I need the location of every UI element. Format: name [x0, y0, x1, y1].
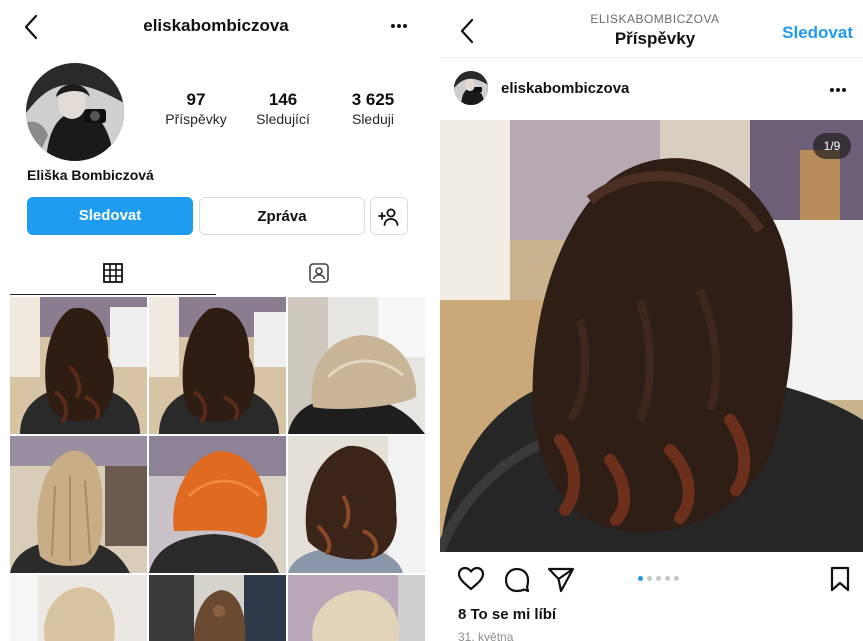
follow-button[interactable]: Sledovat [27, 197, 193, 235]
post-screen-header: ELISKABOMBICZOVA Příspěvky Sledovat [440, 0, 863, 58]
post-image [288, 436, 425, 573]
post-more-button[interactable] [823, 78, 853, 102]
posts-label: Příspěvky [165, 111, 227, 127]
post-author-row: eliskabombiczova [440, 62, 863, 116]
tab-posts-grid[interactable] [10, 253, 216, 295]
message-button[interactable]: Zpráva [199, 197, 365, 235]
tagged-icon [309, 263, 329, 283]
post-image [288, 297, 425, 434]
post-image [149, 575, 286, 641]
profile-screen: eliskabombiczova 97 Příspěvky 146 Sleduj… [0, 0, 432, 641]
followers-stat[interactable]: 146 Sledující [244, 90, 322, 128]
likes-count[interactable]: 8 To se mi líbí [458, 606, 556, 623]
image-counter: 1/9 [813, 133, 851, 159]
carousel-dot [647, 576, 652, 581]
post-thumbnail[interactable] [10, 297, 147, 434]
profile-full-name: Eliška Bombiczová [27, 167, 154, 183]
author-username[interactable]: eliskabombiczova [501, 80, 629, 97]
like-button[interactable] [456, 564, 486, 594]
add-friend-button[interactable] [370, 197, 408, 235]
post-image [149, 436, 286, 573]
more-icon [830, 88, 846, 92]
carousel-dot [665, 576, 670, 581]
share-button[interactable] [546, 564, 576, 594]
more-icon [391, 24, 407, 28]
following-label: Sleduji [351, 111, 395, 127]
carousel-dot [638, 576, 643, 581]
tab-tagged[interactable] [216, 253, 422, 295]
heart-icon [457, 566, 485, 591]
carousel-dot [674, 576, 679, 581]
post-thumbnail[interactable] [288, 297, 425, 434]
post-thumbnail[interactable] [10, 575, 147, 641]
post-thumbnail[interactable] [149, 436, 286, 573]
posts-count: 97 [186, 90, 206, 109]
profile-header: eliskabombiczova [0, 0, 432, 56]
more-options-button[interactable] [384, 14, 414, 38]
avatar-image [26, 63, 124, 161]
post-image [149, 297, 286, 434]
carousel-indicator [638, 576, 698, 582]
post-thumbnail[interactable] [149, 575, 286, 641]
followers-label: Sledující [256, 111, 310, 127]
post-thumbnail[interactable] [10, 436, 147, 573]
save-button[interactable] [825, 564, 855, 594]
author-avatar[interactable] [454, 71, 488, 105]
following-stat[interactable]: 3 625 Sleduji [334, 90, 412, 128]
screen-divider [432, 0, 440, 641]
post-photo[interactable]: 1/9 [440, 120, 863, 552]
carousel-dot [656, 576, 661, 581]
send-icon [547, 567, 575, 593]
post-image [440, 120, 863, 552]
grid-icon [103, 263, 123, 283]
post-image [10, 297, 147, 434]
comment-icon [504, 567, 530, 593]
bookmark-icon [830, 566, 850, 592]
posts-stat: 97 Příspěvky [154, 90, 238, 128]
post-image [288, 575, 425, 641]
post-thumbnail[interactable] [288, 436, 425, 573]
post-thumbnail[interactable] [288, 575, 425, 641]
post-image [10, 436, 147, 573]
profile-username: eliskabombiczova [143, 16, 289, 35]
comment-button[interactable] [502, 564, 532, 594]
avatar-image [454, 71, 488, 105]
following-count: 3 625 [351, 90, 395, 109]
add-person-icon [378, 208, 399, 226]
header-follow-button[interactable]: Sledovat [782, 23, 853, 43]
post-date: 31. května [458, 630, 514, 641]
post-actions [440, 560, 863, 600]
followers-count: 146 [268, 90, 298, 109]
post-thumbnail[interactable] [149, 297, 286, 434]
post-screen: ELISKABOMBICZOVA Příspěvky Sledovat elis… [440, 0, 863, 641]
post-image [10, 575, 147, 641]
profile-avatar[interactable] [26, 63, 124, 161]
